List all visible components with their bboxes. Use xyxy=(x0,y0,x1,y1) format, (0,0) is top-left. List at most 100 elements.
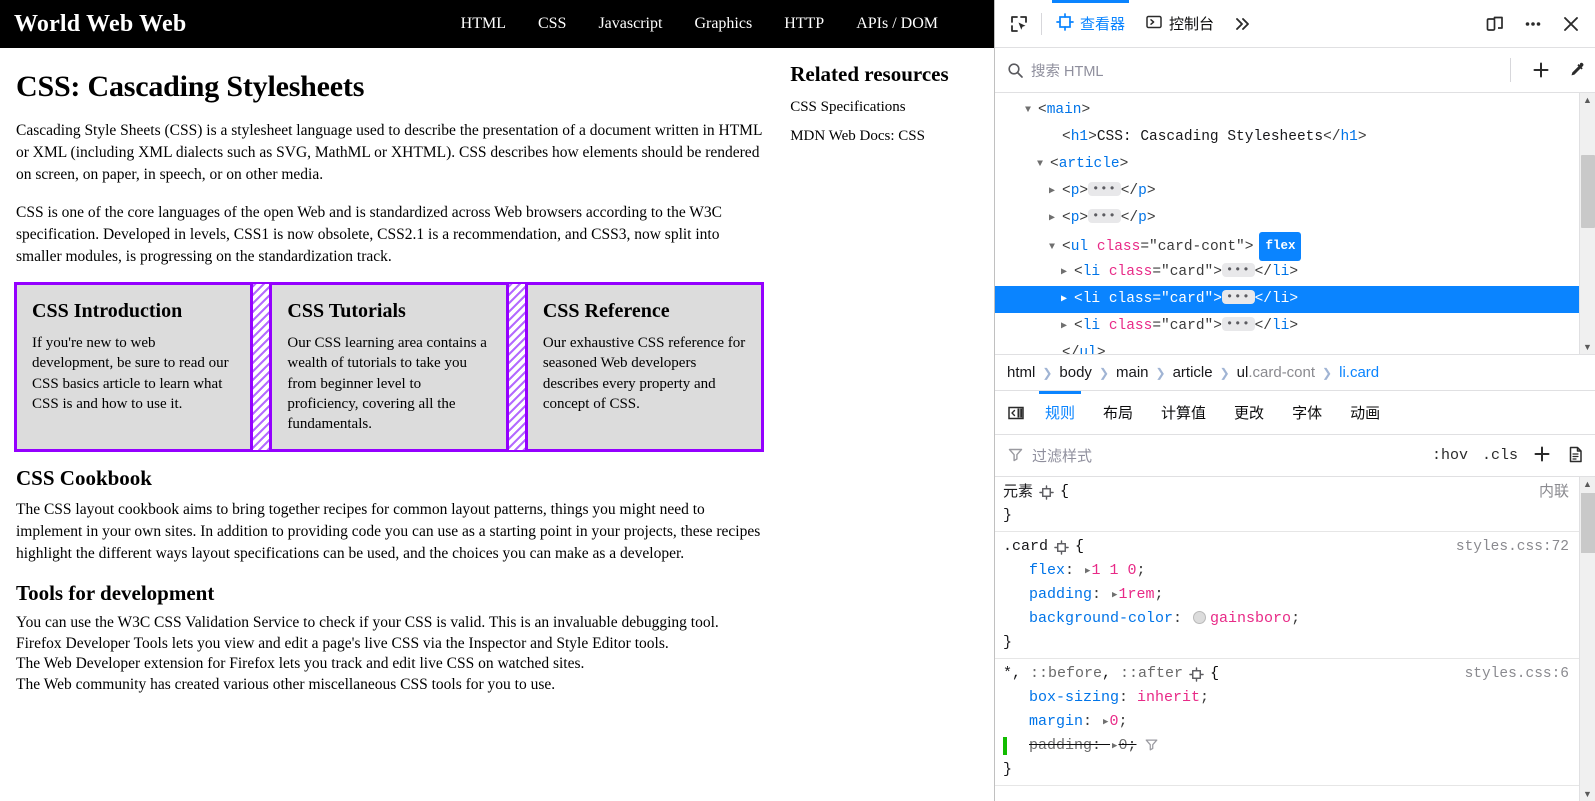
tab-changes[interactable]: 更改 xyxy=(1220,391,1278,434)
twisty-collapsed-icon[interactable]: ▶ xyxy=(1049,178,1062,205)
add-rule-button[interactable] xyxy=(1532,444,1552,467)
expand-shorthand-icon[interactable]: ▶ xyxy=(1112,734,1117,758)
toggle-sidebar-icon[interactable] xyxy=(1001,391,1031,434)
tab-console[interactable]: 控制台 xyxy=(1135,0,1224,48)
page-scroll-container[interactable]: World Web Web HTML CSS Javascript Graphi… xyxy=(0,0,994,801)
css-value[interactable]: gainsboro xyxy=(1210,610,1291,627)
expand-shorthand-icon[interactable]: ▶ xyxy=(1112,583,1117,607)
color-swatch[interactable] xyxy=(1193,611,1207,624)
tab-computed[interactable]: 计算值 xyxy=(1147,391,1220,434)
breadcrumb-item-main[interactable]: main xyxy=(1116,364,1149,381)
tab-fonts[interactable]: 字体 xyxy=(1278,391,1336,434)
expand-shorthand-icon[interactable]: ▶ xyxy=(1085,559,1090,583)
css-property[interactable]: padding xyxy=(1029,737,1092,754)
card-css-reference[interactable]: CSS Reference Our exhaustive CSS referen… xyxy=(525,282,764,452)
dom-tree-scrollbar[interactable]: ▲ ▼ xyxy=(1579,93,1595,354)
breadcrumb[interactable]: html ❯ body ❯ main ❯ article ❯ ul.card-cont ❯ li.c… xyxy=(995,355,1595,391)
dom-tree[interactable]: ▼ <main> <h1>CSS: Cascading Stylesheets</… xyxy=(995,93,1579,354)
css-selector[interactable]: *, ::before, ::after xyxy=(1003,662,1183,686)
dom-node[interactable]: ▶ <p> ••• </p> xyxy=(995,205,1579,232)
tab-layout[interactable]: 布局 xyxy=(1089,391,1147,434)
flex-badge[interactable]: flex xyxy=(1259,232,1302,261)
rules-scrollbar-thumb[interactable] xyxy=(1580,493,1595,553)
close-devtools-icon[interactable] xyxy=(1553,6,1589,42)
css-rule-source[interactable]: styles.css:72 xyxy=(1456,535,1569,559)
css-declaration[interactable]: padding: ▶1rem; xyxy=(995,583,1579,607)
css-rule-source[interactable]: styles.css:6 xyxy=(1465,662,1569,686)
css-rules-list[interactable]: 元素{内联} .card{styles.css:72 flex: ▶1 1 0; pa… xyxy=(995,477,1579,801)
nav-link-apis-dom[interactable]: APIs / DOM xyxy=(856,15,938,33)
add-node-button[interactable] xyxy=(1523,52,1559,88)
css-value[interactable]: inherit xyxy=(1137,689,1200,706)
breadcrumb-item-li[interactable]: li.card xyxy=(1339,364,1379,381)
expand-shorthand-icon[interactable]: ▶ xyxy=(1103,710,1108,734)
css-property[interactable]: padding xyxy=(1029,586,1092,603)
css-declaration[interactable]: box-sizing: inherit; xyxy=(995,686,1579,710)
twisty-expanded-icon[interactable]: ▼ xyxy=(1037,151,1050,178)
dom-node[interactable]: ▶ <p> ••• </p> xyxy=(995,178,1579,205)
overridden-filter-icon[interactable] xyxy=(1136,734,1159,758)
css-rule-source[interactable]: 内联 xyxy=(1539,480,1569,504)
nav-link-css[interactable]: CSS xyxy=(538,15,566,33)
dom-node[interactable]: <h1>CSS: Cascading Stylesheets</h1> xyxy=(995,124,1579,151)
scroll-up-arrow-icon[interactable]: ▲ xyxy=(1583,95,1592,105)
collapsed-children-icon[interactable]: ••• xyxy=(1088,182,1121,196)
html-search-bar[interactable]: 搜索 HTML xyxy=(995,48,1595,93)
css-declaration[interactable]: padding: ▶0; xyxy=(995,734,1579,758)
twisty-collapsed-icon[interactable]: ▶ xyxy=(1061,286,1074,313)
breadcrumb-item-article[interactable]: article xyxy=(1173,364,1213,381)
highlight-selector-icon[interactable] xyxy=(1189,666,1204,682)
dom-node-selected[interactable]: ▶ <li class="card"> ••• </li> xyxy=(995,286,1579,313)
dom-node[interactable]: ▼ <main> xyxy=(995,97,1579,124)
dom-scrollbar-thumb[interactable] xyxy=(1580,155,1595,228)
pseudo-class-toggle[interactable]: :hov xyxy=(1432,447,1468,464)
css-declaration[interactable]: margin: ▶0; xyxy=(995,710,1579,734)
eyedropper-icon[interactable] xyxy=(1559,52,1595,88)
nav-link-http[interactable]: HTTP xyxy=(784,15,824,33)
highlight-selector-icon[interactable] xyxy=(1054,539,1069,555)
collapsed-children-icon[interactable]: ••• xyxy=(1221,317,1255,331)
twisty-collapsed-icon[interactable]: ▶ xyxy=(1061,313,1074,340)
tab-animations[interactable]: 动画 xyxy=(1336,391,1394,434)
css-property[interactable]: flex xyxy=(1029,562,1065,579)
collapsed-children-icon[interactable]: ••• xyxy=(1221,290,1255,304)
breadcrumb-item-html[interactable]: html xyxy=(1007,364,1035,381)
filter-styles-input[interactable]: 过滤样式 xyxy=(1032,445,1092,466)
css-selector[interactable]: 元素 xyxy=(1003,480,1033,504)
breadcrumb-item-body[interactable]: body xyxy=(1059,364,1092,381)
collapsed-children-icon[interactable]: ••• xyxy=(1221,263,1255,277)
dom-node[interactable]: ▼ <ul class="card-cont"> flex xyxy=(995,232,1579,261)
css-value[interactable]: 1rem xyxy=(1118,586,1154,603)
nav-link-graphics[interactable]: Graphics xyxy=(694,15,752,33)
twisty-expanded-icon[interactable]: ▼ xyxy=(1049,234,1062,261)
css-declaration[interactable]: background-color: gainsboro; xyxy=(995,607,1579,631)
css-selector[interactable]: .card xyxy=(1003,535,1048,559)
dom-node[interactable]: ▶ <li class="card"> ••• </li> xyxy=(995,313,1579,340)
related-resource-link[interactable]: CSS Specifications xyxy=(790,99,986,116)
css-declaration[interactable]: flex: ▶1 1 0; xyxy=(995,559,1579,583)
dom-node[interactable]: ▼ <article> xyxy=(995,151,1579,178)
related-resource-link[interactable]: MDN Web Docs: CSS xyxy=(790,128,986,145)
css-property[interactable]: margin xyxy=(1029,713,1083,730)
nav-link-html[interactable]: HTML xyxy=(461,15,506,33)
dom-node[interactable]: </ul> xyxy=(995,340,1579,354)
css-value[interactable]: 1 1 0 xyxy=(1091,562,1136,579)
breadcrumb-item-ul[interactable]: ul.card-cont xyxy=(1237,364,1315,381)
nav-link-javascript[interactable]: Javascript xyxy=(598,15,662,33)
tab-rules[interactable]: 规则 xyxy=(1031,391,1089,434)
scroll-down-arrow-icon[interactable]: ▼ xyxy=(1583,789,1592,799)
twisty-expanded-icon[interactable]: ▼ xyxy=(1025,97,1038,124)
new-stylesheet-icon[interactable] xyxy=(1566,445,1585,467)
search-input[interactable]: 搜索 HTML xyxy=(1031,60,1510,81)
devtools-meatball-menu-icon[interactable] xyxy=(1515,6,1551,42)
tab-inspector[interactable]: 查看器 xyxy=(1046,0,1135,48)
twisty-collapsed-icon[interactable]: ▶ xyxy=(1061,259,1074,286)
element-picker-icon[interactable] xyxy=(1001,6,1037,42)
scroll-down-arrow-icon[interactable]: ▼ xyxy=(1583,342,1592,352)
scroll-up-arrow-icon[interactable]: ▲ xyxy=(1583,479,1592,489)
css-property[interactable]: background-color xyxy=(1029,610,1173,627)
collapsed-children-icon[interactable]: ••• xyxy=(1088,209,1121,223)
more-tabs-chevron-icon[interactable] xyxy=(1224,6,1260,42)
highlight-selector-icon[interactable] xyxy=(1039,484,1054,500)
class-toggle[interactable]: .cls xyxy=(1482,447,1518,464)
